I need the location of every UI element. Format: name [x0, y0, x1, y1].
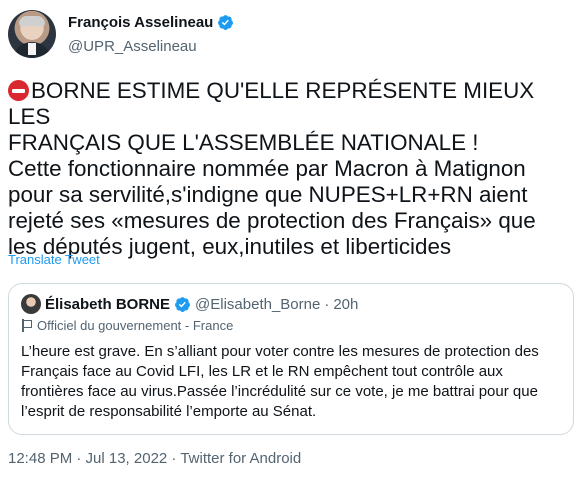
avatar[interactable] [8, 10, 56, 58]
tweet-body: BORNE ESTIME QU'ELLE REPRÉSENTE MIEUX LE… [8, 78, 578, 260]
quoted-display-name: Élisabeth BORNE [45, 295, 171, 313]
quoted-separator: · [324, 295, 330, 313]
quoted-tweet-header: Élisabeth BORNE @Elisabeth_Borne · 20h [21, 294, 358, 314]
quoted-avatar [21, 294, 41, 314]
author-handle[interactable]: @UPR_Asselineau [68, 38, 197, 55]
verified-badge-icon [217, 14, 234, 31]
tweet-metadata[interactable]: 12:48 PM · Jul 13, 2022 · Twitter for An… [8, 450, 301, 467]
quoted-tweet-text: L’heure est grave. En s’alliant pour vot… [21, 343, 539, 420]
author-name-row: François Asselineau [68, 14, 234, 31]
avatar-hair [19, 16, 45, 26]
no-entry-icon [8, 80, 29, 101]
government-label: Officiel du gouvernement - France [21, 318, 233, 333]
government-label-text: Officiel du gouvernement - France [37, 318, 234, 333]
author-display-name[interactable]: François Asselineau [68, 14, 213, 31]
translate-tweet-link[interactable]: Translate Tweet [8, 252, 100, 267]
quoted-timestamp: 20h [333, 295, 359, 313]
quoted-tweet[interactable]: Élisabeth BORNE @Elisabeth_Borne · 20h O… [8, 283, 574, 435]
avatar-shirt [28, 43, 36, 55]
quoted-handle: @Elisabeth_Borne [195, 295, 321, 313]
verified-badge-icon [174, 296, 191, 313]
tweet-text: BORNE ESTIME QU'ELLE REPRÉSENTE MIEUX LE… [8, 78, 536, 259]
tweet-header: François Asselineau @UPR_Asselineau [8, 10, 568, 66]
flag-icon [21, 319, 32, 332]
